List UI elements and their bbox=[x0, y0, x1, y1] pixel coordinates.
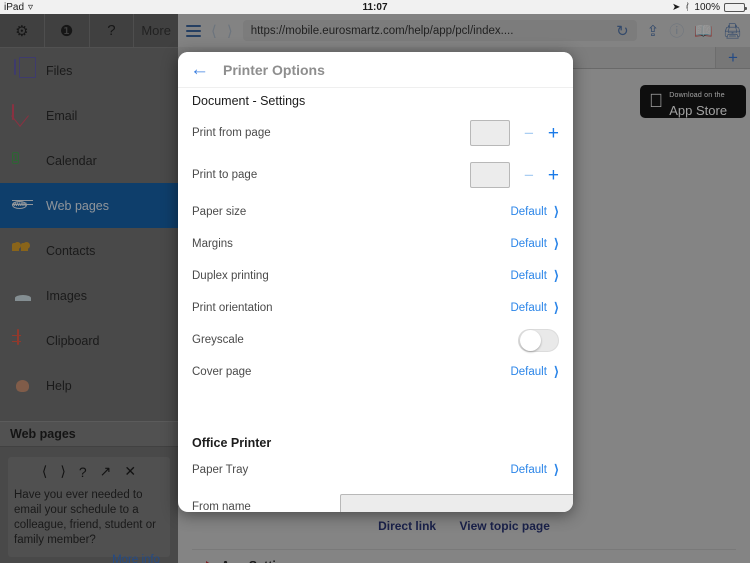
stepper-input[interactable] bbox=[469, 162, 510, 188]
option-row-print-from-page[interactable]: Print from page − + bbox=[178, 112, 573, 154]
bluetooth-icon: ᚰ bbox=[684, 1, 691, 13]
section-title: Office Printer bbox=[192, 436, 272, 450]
option-row-paper-tray[interactable]: Paper Tray Default ⟩ bbox=[178, 454, 573, 486]
option-label: Print orientation bbox=[192, 302, 273, 314]
option-label: Duplex printing bbox=[192, 270, 269, 282]
dialog-body[interactable]: Document - Settings Print from page − + Prin… bbox=[178, 88, 573, 512]
back-arrow-icon[interactable]: ← bbox=[190, 60, 209, 79]
battery-percent: 100% bbox=[694, 1, 720, 13]
option-value: Default bbox=[510, 302, 547, 314]
option-label: Paper size bbox=[192, 206, 247, 218]
dialog-title: Printer Options bbox=[223, 61, 325, 78]
option-label: Paper Tray bbox=[192, 464, 249, 476]
option-label: Cover page bbox=[192, 366, 252, 378]
option-label: Greyscale bbox=[192, 334, 244, 346]
chevron-right-icon[interactable]: ⟩ bbox=[554, 364, 559, 380]
option-row-cover-page[interactable]: Cover page Default ⟩ bbox=[178, 356, 573, 388]
option-label: Print to page bbox=[192, 169, 258, 181]
option-value: Default bbox=[510, 366, 547, 378]
battery-icon bbox=[724, 2, 747, 12]
status-right: ➤ ᚰ 100% bbox=[672, 1, 747, 13]
option-row-paper-size[interactable]: Paper size Default ⟩ bbox=[178, 196, 573, 228]
option-value: Default bbox=[510, 270, 547, 282]
chevron-right-icon[interactable]: ⟩ bbox=[554, 236, 559, 252]
printer-options-dialog: ← Printer Options Document - Settings Pri… bbox=[178, 52, 573, 512]
option-row-duplex-printing[interactable]: Duplex printing Default ⟩ bbox=[178, 260, 573, 292]
minus-icon[interactable]: − bbox=[524, 167, 534, 184]
stepper-control: − + bbox=[469, 120, 559, 146]
option-row-margins[interactable]: Margins Default ⟩ bbox=[178, 228, 573, 260]
chevron-right-icon[interactable]: ⟩ bbox=[554, 268, 559, 284]
toggle-knob bbox=[520, 329, 541, 351]
from-name-input[interactable] bbox=[340, 494, 573, 512]
option-value: Default bbox=[510, 464, 547, 476]
option-label: Print from page bbox=[192, 127, 271, 139]
stepper-input[interactable] bbox=[469, 120, 510, 146]
option-value: Default bbox=[510, 206, 547, 218]
chevron-right-icon[interactable]: ⟩ bbox=[554, 462, 559, 478]
minus-icon[interactable]: − bbox=[524, 125, 534, 142]
option-row-print-orientation[interactable]: Print orientation Default ⟩ bbox=[178, 292, 573, 324]
option-label: Margins bbox=[192, 238, 233, 250]
clock: 11:07 bbox=[362, 1, 388, 13]
plus-icon[interactable]: + bbox=[548, 166, 559, 185]
chevron-right-icon[interactable]: ⟩ bbox=[554, 300, 559, 316]
option-row-from-name[interactable]: From name bbox=[178, 486, 573, 512]
chevron-right-icon[interactable]: ⟩ bbox=[554, 204, 559, 220]
dialog-header: ← Printer Options bbox=[178, 52, 573, 88]
option-row-greyscale: Greyscale bbox=[178, 324, 573, 356]
section-title: Document - Settings bbox=[192, 94, 306, 108]
greyscale-toggle[interactable] bbox=[518, 328, 559, 352]
plus-icon[interactable]: + bbox=[548, 124, 559, 143]
option-value: Default bbox=[510, 238, 547, 250]
stepper-control: − + bbox=[469, 162, 559, 188]
location-arrow-icon: ➤ bbox=[672, 1, 681, 13]
option-row-print-to-page[interactable]: Print to page − + bbox=[178, 154, 573, 196]
ios-status-bar: iPad ▿ 11:07 ➤ ᚰ 100% bbox=[0, 0, 750, 14]
